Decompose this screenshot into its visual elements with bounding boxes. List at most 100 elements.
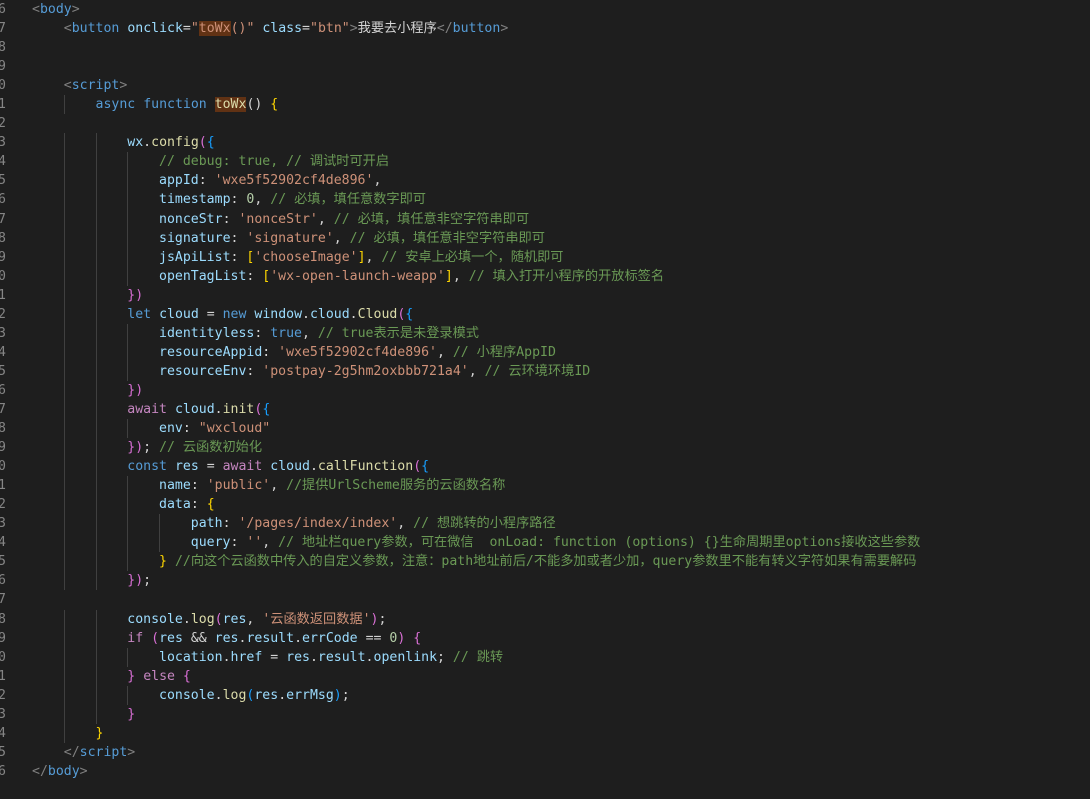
code-editor[interactable]: 6 <body> 7 <button onclick="toWx()" class=… (0, 0, 1090, 799)
code-line[interactable]: 0 openTagList: ['wx-open-launch-weapp'],… (0, 266, 1090, 286)
code-line[interactable]: 6 }); (0, 571, 1090, 591)
code-line[interactable]: 2 data: { (0, 495, 1090, 515)
code-token: res (222, 611, 247, 627)
code-line[interactable]: 5 } //向这个云函数中传入的自定义参数，注意：path地址前后/不能多加或者… (0, 552, 1090, 572)
code-token: . (294, 630, 303, 646)
code-line[interactable]: 7 await cloud.init({ (0, 399, 1090, 420)
code-line[interactable]: 4 resourceAppid: 'wxe5f52902cf4de896', /… (0, 342, 1090, 362)
code-line[interactable]: 8 signature: 'signature', // 必填，填任意非空字符串… (0, 228, 1090, 248)
code-token: = (198, 459, 223, 475)
line-number: 2 (0, 497, 6, 513)
line-number: 8 (0, 230, 6, 246)
code-token: errMsg (286, 687, 334, 703)
code-token: 'wx-open-launch-weapp' (270, 268, 445, 284)
code-line[interactable]: 4 } (0, 723, 1090, 743)
code-line[interactable]: 0 <script> (0, 76, 1090, 95)
code-token: , (397, 516, 414, 532)
code-line[interactable]: 4 // debug: true, // 调试时可开启 (0, 152, 1090, 172)
code-line[interactable]: 7 nonceStr: 'nonceStr', // 必填，填任意非空字符串即可 (0, 209, 1090, 229)
code-token: , (333, 230, 350, 246)
code-token: : (230, 192, 247, 208)
code-token: { (270, 97, 279, 113)
code-token: 'wxe5f52902cf4de896' (214, 173, 374, 189)
code-line[interactable]: 9 jsApiList: ['chooseImage'], // 安卓上必填一个… (0, 247, 1090, 267)
code-line[interactable]: 2 let cloud = new window.cloud.Cloud({ (0, 304, 1090, 324)
line-number: 4 (0, 725, 6, 741)
code-line[interactable]: 9 if (res && res.result.errCode == 0) { (0, 628, 1090, 648)
code-line[interactable]: 3 identityless: true, // true表示是未登录模式 (0, 323, 1090, 343)
code-line[interactable]: 5 </script> (0, 743, 1090, 762)
code-token: : (198, 173, 215, 189)
code-line[interactable]: 6 timestamp: 0, // 必填，填任意数字即可 (0, 190, 1090, 210)
line-number: 8 (0, 611, 6, 627)
code-line[interactable]: 3 wx.config({ (0, 133, 1090, 153)
code-token: ) (333, 687, 342, 703)
code-line[interactable]: 1 name: 'public', //提供UrlScheme服务的云函数名称 (0, 476, 1090, 496)
line-number: 6 (0, 2, 6, 17)
code-line[interactable]: 7 <button onclick="toWx()" class="btn">我… (0, 19, 1090, 38)
code-token: env (159, 421, 183, 437)
code-token: appId (159, 173, 199, 189)
code-token: // 填入打开小程序的开放标签名 (468, 268, 665, 284)
code-token: ; (143, 440, 160, 456)
code-line[interactable]: 4 query: '', // 地址栏query参数，可在微信 onLoad: … (0, 533, 1090, 553)
line-number: 1 (0, 478, 6, 494)
code-line[interactable]: 8 console.log(res, '云函数返回数据'); (0, 609, 1090, 629)
code-token: : (262, 344, 279, 360)
line-content: } //向这个云函数中传入的自定义参数，注意：path地址前后/不能多加或者少加… (32, 552, 916, 571)
code-token: . (309, 649, 318, 665)
code-token: 我要去小程序 (357, 21, 437, 37)
code-line[interactable]: 0 const res = await cloud.callFunction({ (0, 457, 1090, 477)
line-number: 7 (0, 401, 6, 417)
code-token: path (190, 516, 223, 532)
code-line[interactable]: 1 }) (0, 285, 1090, 305)
code-line[interactable]: 5 appId: 'wxe5f52902cf4de896', (0, 171, 1090, 191)
code-line[interactable]: 9 }); // 云函数初始化 (0, 438, 1090, 458)
code-line[interactable]: 8 env: "wxcloud" (0, 419, 1090, 439)
code-token: async (95, 97, 136, 113)
code-token: resourceAppid (159, 344, 263, 360)
code-token: openTagList (159, 268, 247, 284)
line-number: 2 (0, 306, 6, 322)
code-line[interactable]: 2 (0, 114, 1090, 133)
line-number: 2 (0, 116, 6, 132)
code-token: ; (341, 687, 350, 703)
line-content: resourceAppid: 'wxe5f52902cf4de896', // … (32, 343, 556, 362)
line-content: path: '/pages/index/index', // 想跳转的小程序路径 (32, 514, 556, 533)
code-line[interactable]: 8 (0, 38, 1090, 57)
line-content: <body> (32, 0, 80, 19)
code-line[interactable]: 1 } else { (0, 666, 1090, 686)
code-token: signature (159, 230, 231, 246)
code-line[interactable]: 0 location.href = res.result.openlink; /… (0, 647, 1090, 667)
code-line[interactable]: 6 <body> (0, 0, 1090, 19)
code-token: cloud (174, 401, 215, 417)
code-line[interactable]: 6 </body> (0, 762, 1090, 781)
code-line[interactable]: 5 resourceEnv: 'postpay-2g5hm2oxbbb721a4… (0, 361, 1090, 381)
code-token: . (143, 135, 152, 151)
code-line[interactable]: 2 console.log(res.errMsg); (0, 685, 1090, 705)
highlighted-token: toWx (214, 97, 247, 113)
line-number: 6 (0, 573, 6, 589)
code-token: // true表示是未登录模式 (317, 325, 479, 341)
line-content: appId: 'wxe5f52902cf4de896', (32, 171, 381, 190)
code-token: 'chooseImage' (254, 249, 358, 265)
code-line[interactable]: 7 (0, 590, 1090, 609)
code-line[interactable]: 1 async function toWx() { (0, 95, 1090, 115)
line-content: console.log(res, '云函数返回数据'); (32, 610, 386, 629)
code-token: : (230, 230, 247, 246)
code-line[interactable]: 9 (0, 57, 1090, 76)
code-line[interactable]: 3 path: '/pages/index/index', // 想跳转的小程序… (0, 514, 1090, 534)
code-token: log (222, 687, 247, 703)
code-line[interactable]: 3 } (0, 704, 1090, 724)
code-token: </ (63, 744, 80, 760)
code-line[interactable]: 6 }) (0, 380, 1090, 400)
